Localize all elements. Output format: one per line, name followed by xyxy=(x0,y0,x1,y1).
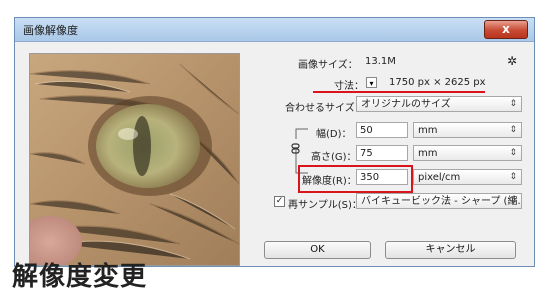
dimensions-dropdown-icon[interactable]: ▾ xyxy=(366,77,377,88)
width-input[interactable]: 50 xyxy=(356,122,408,138)
dimensions-highlight-underline xyxy=(313,91,485,93)
width-unit: mm xyxy=(418,125,438,136)
resample-method-select[interactable]: バイキュービック法 - シャープ (縮... ⇕ xyxy=(356,193,522,209)
dimensions-value: 1750 px × 2625 px xyxy=(389,77,486,88)
select-arrow-icon: ⇕ xyxy=(509,196,517,206)
resolution-unit-select[interactable]: pixel/cm ⇕ xyxy=(413,169,522,185)
dimensions-label: 寸法： xyxy=(334,81,364,92)
fit-to-select[interactable]: オリジナルのサイズ ⇕ xyxy=(356,96,522,112)
image-preview[interactable] xyxy=(29,53,240,266)
height-label: 高さ(G)： xyxy=(311,152,357,163)
resolution-label: 解像度(R)： xyxy=(302,176,357,187)
image-size-dialog: 画像解像度 x 画像サイズ： 13.1M ✲ 寸法： ▾ 1750 px × 2… xyxy=(14,17,535,267)
cat-eye-preview-image xyxy=(30,54,239,265)
resample-method: バイキュービック法 - シャープ (縮... xyxy=(361,196,522,207)
height-input[interactable]: 75 xyxy=(356,145,408,161)
height-unit: mm xyxy=(418,148,438,159)
image-size-label: 画像サイズ： xyxy=(298,60,358,71)
close-button[interactable]: x xyxy=(484,20,528,39)
constrain-proportions-icon[interactable] xyxy=(291,139,300,154)
image-size-value: 13.1M xyxy=(365,56,396,67)
caption-title: 解像度変更 xyxy=(12,262,148,292)
fit-to-label: 合わせるサイズ： xyxy=(285,103,365,114)
resample-checkbox[interactable]: ✓ xyxy=(274,196,285,207)
window-title: 画像解像度 xyxy=(23,24,78,37)
ok-button[interactable]: OK xyxy=(264,241,371,259)
height-unit-select[interactable]: mm ⇕ xyxy=(413,145,522,161)
gear-icon[interactable]: ✲ xyxy=(507,54,517,68)
select-arrow-icon: ⇕ xyxy=(509,99,517,109)
width-unit-select[interactable]: mm ⇕ xyxy=(413,122,522,138)
fit-to-selected: オリジナルのサイズ xyxy=(361,99,451,110)
width-label: 幅(D)： xyxy=(316,129,352,140)
resolution-input[interactable]: 350 xyxy=(356,169,408,185)
resolution-unit: pixel/cm xyxy=(418,172,461,183)
cancel-button[interactable]: キャンセル xyxy=(385,241,516,259)
select-arrow-icon: ⇕ xyxy=(509,172,517,182)
title-bar[interactable]: 画像解像度 x xyxy=(15,18,534,42)
select-arrow-icon: ⇕ xyxy=(509,125,517,135)
resample-label: 再サンプル(S)： xyxy=(288,200,362,211)
select-arrow-icon: ⇕ xyxy=(509,148,517,158)
